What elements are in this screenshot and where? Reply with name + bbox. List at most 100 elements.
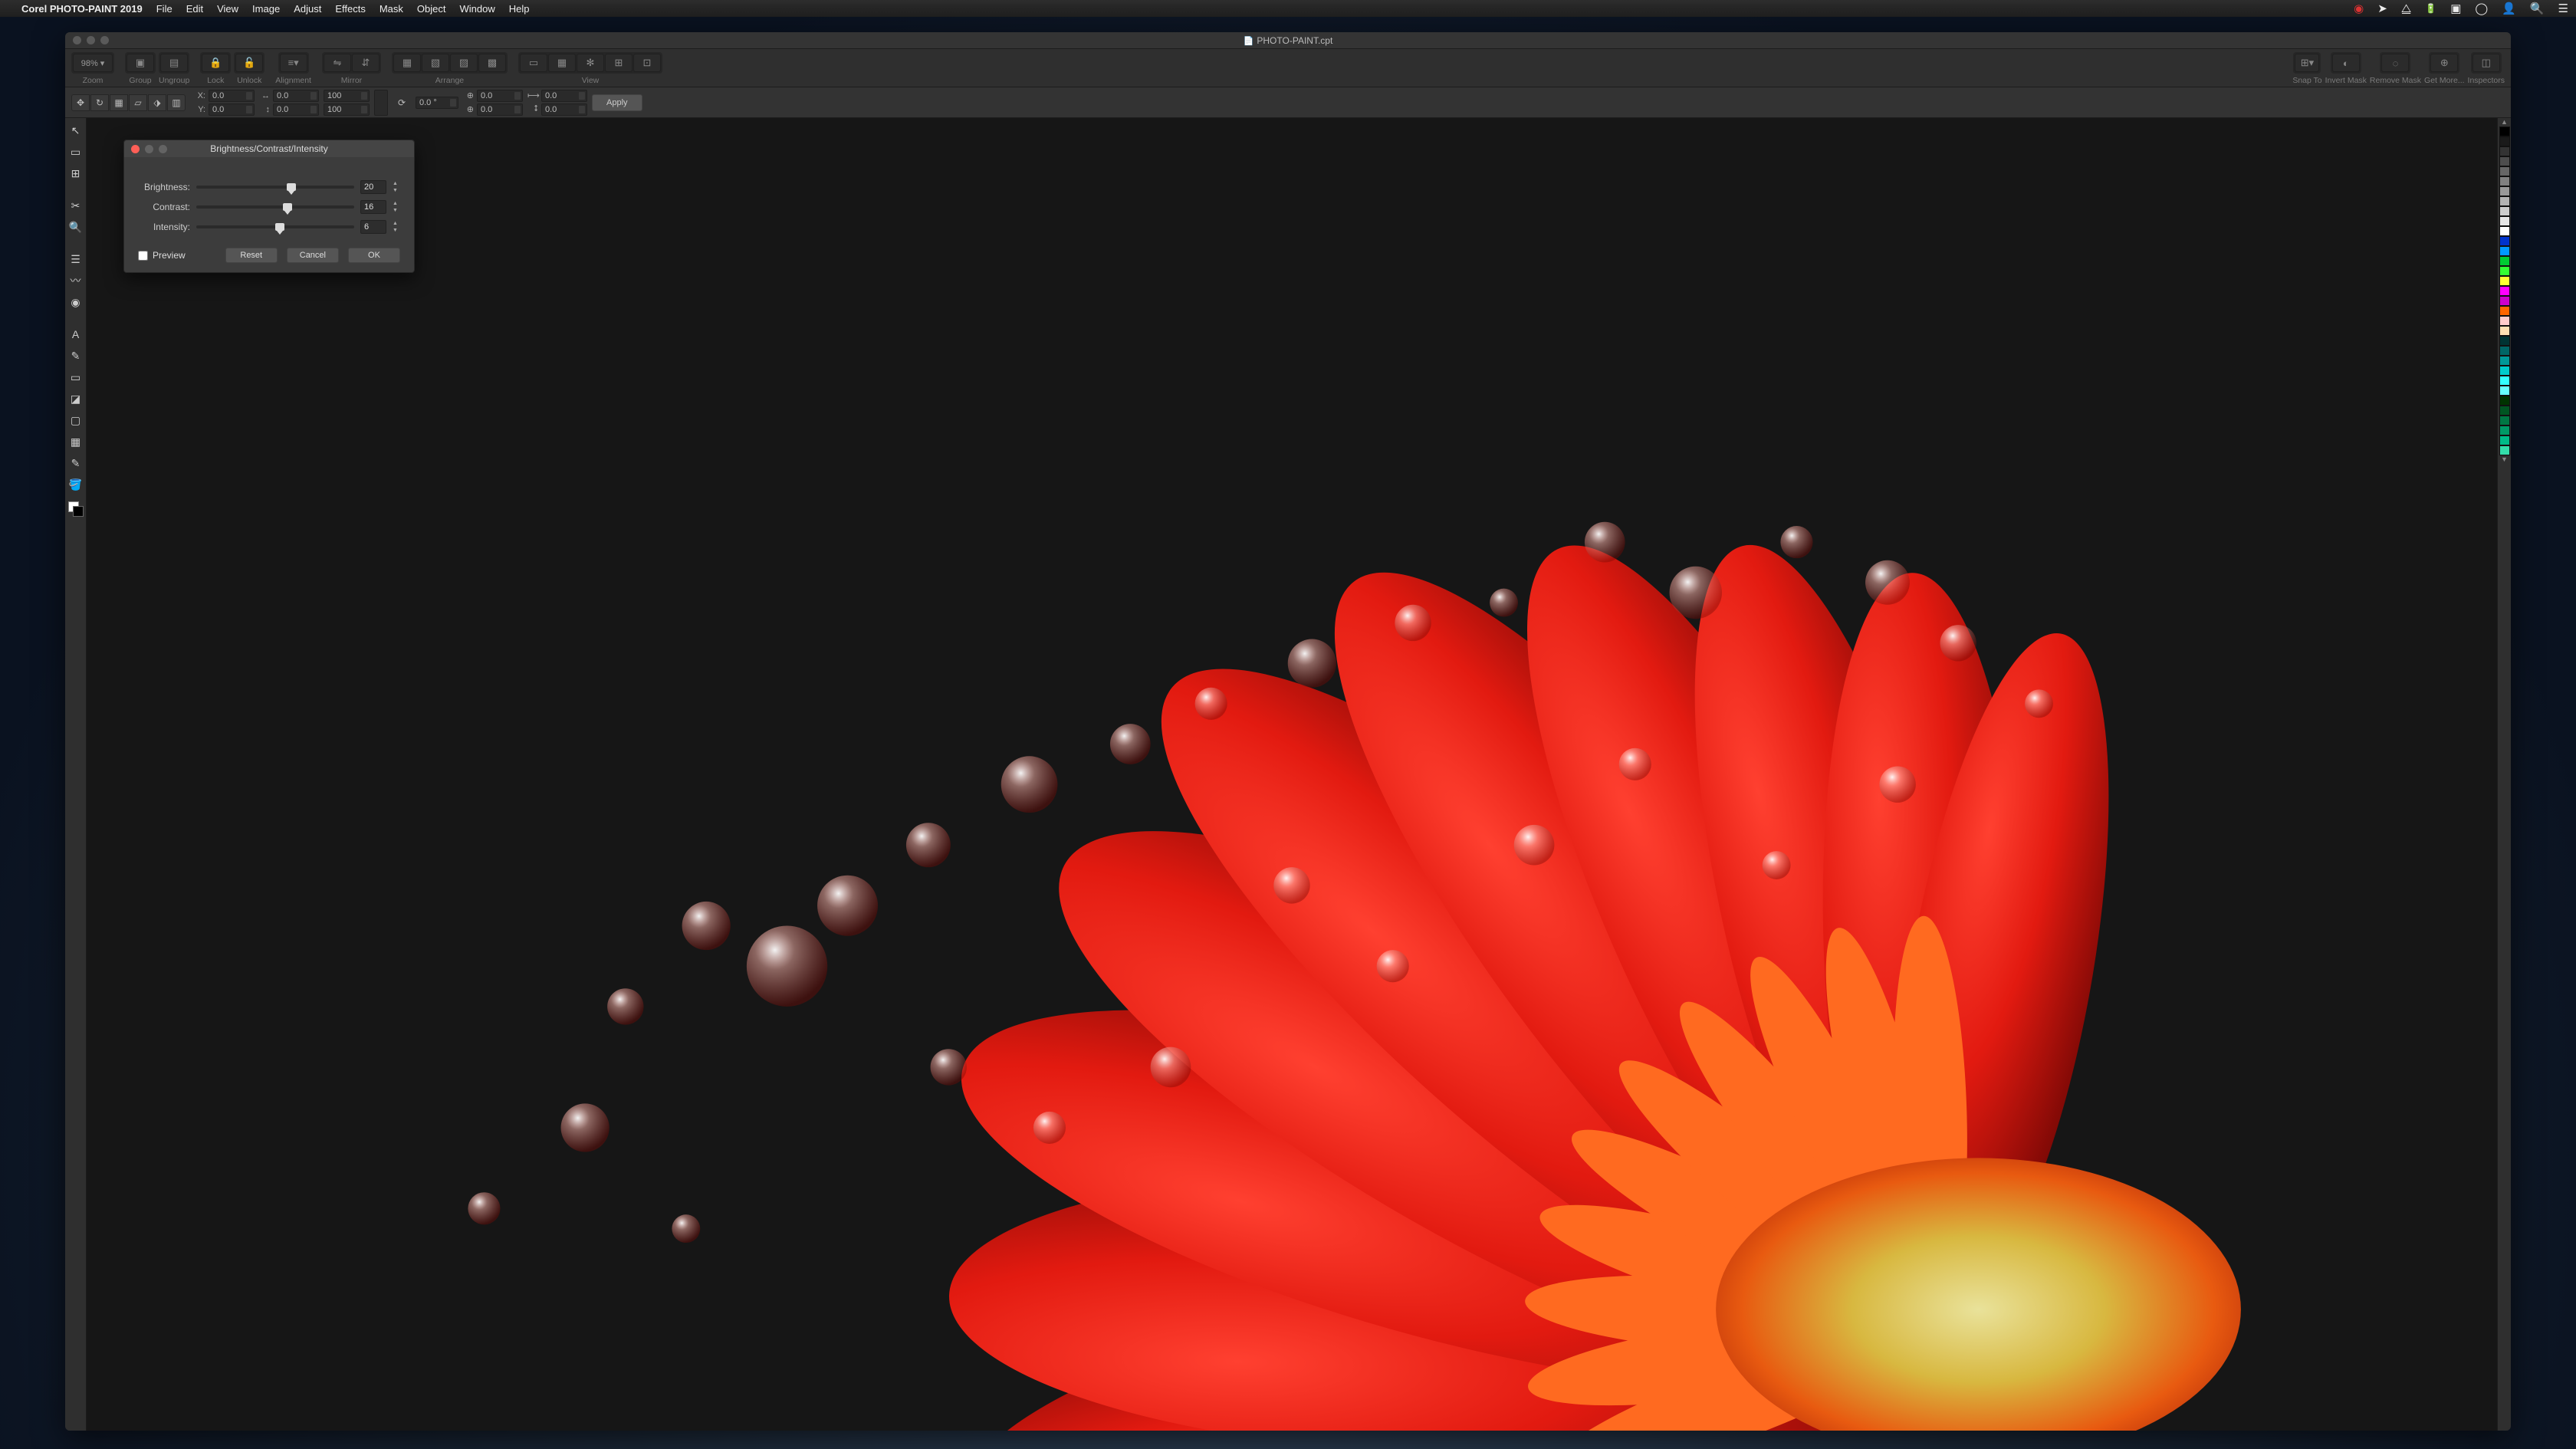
mode-rotate-button[interactable]: ↻ [90,94,109,111]
menu-image[interactable]: Image [252,3,280,15]
palette-swatch[interactable] [2499,276,2510,286]
mode-skew-button[interactable]: ▱ [129,94,147,111]
rotation-input[interactable]: 0.0 ° [416,97,458,109]
forward-button[interactable]: ▧ [422,54,449,72]
width-input[interactable]: 0.0 [273,90,319,102]
transparency-tool[interactable]: ▦ [68,434,84,449]
height-input[interactable]: 0.0 [273,104,319,116]
palette-up-icon[interactable]: ▲ [2499,118,2510,127]
palette-swatch[interactable] [2499,186,2510,196]
mirror-v-button[interactable]: ⇵ [352,54,380,72]
menu-window[interactable]: Window [459,3,495,15]
palette-swatch[interactable] [2499,136,2510,146]
zoom-dropdown[interactable]: 98% ▾ [73,54,113,72]
palette-swatch[interactable] [2499,326,2510,336]
zoom-tool[interactable]: 🔍 [68,219,84,235]
y-input[interactable]: 0.0 [209,104,255,116]
palette-swatch[interactable] [2499,306,2510,316]
view-2-button[interactable]: ▦ [548,54,576,72]
mode-move-button[interactable]: ✥ [71,94,90,111]
menu-adjust[interactable]: Adjust [294,3,321,15]
dialog-zoom-button[interactable] [159,145,167,153]
menu-mask[interactable]: Mask [380,3,403,15]
dialog-titlebar[interactable]: Brightness/Contrast/Intensity [124,140,414,157]
palette-swatch[interactable] [2499,426,2510,435]
palette-swatch[interactable] [2499,336,2510,346]
view-4-button[interactable]: ⊞ [605,54,632,72]
ungroup-button[interactable]: ▤ [160,54,188,72]
rot-cy-input[interactable]: 0.0 [477,104,523,116]
zoom-window-button[interactable] [100,36,109,44]
status-wifi-icon[interactable]: ⧋ [2401,2,2411,15]
palette-swatch[interactable] [2499,296,2510,306]
snap-button[interactable]: ⊞▾ [2295,54,2319,72]
scale-x-input[interactable]: 100 [324,90,370,102]
palette-swatch[interactable] [2499,216,2510,226]
invert-mask-button[interactable]: ◐ [2332,54,2360,72]
text-tool[interactable]: A [68,327,84,342]
minimize-window-button[interactable] [87,36,95,44]
crop-tool[interactable]: ✂ [68,198,84,213]
palette-swatch[interactable] [2499,127,2510,136]
preview-checkbox-input[interactable] [138,251,148,261]
unlock-button[interactable]: 🔓 [235,54,263,72]
menu-edit[interactable]: Edit [186,3,203,15]
close-window-button[interactable] [73,36,81,44]
menu-help[interactable]: Help [509,3,530,15]
menu-object[interactable]: Object [417,3,446,15]
contrast-value-input[interactable]: 16 [360,200,386,214]
brightness-slider[interactable] [196,181,354,193]
to-front-button[interactable]: ▦ [393,54,421,72]
palette-swatch[interactable] [2499,376,2510,386]
palette-swatch[interactable] [2499,156,2510,166]
skew-h-input[interactable]: 0.0 [541,90,587,102]
view-5-button[interactable]: ⊡ [633,54,661,72]
status-circle-icon[interactable]: ◯ [2475,2,2488,15]
status-battery-icon[interactable]: 🔋 [2425,3,2436,14]
fill-tool[interactable]: 🪣 [68,477,84,492]
slider-tool[interactable]: ☰ [68,251,84,267]
status-user-icon[interactable]: 👤 [2502,2,2516,15]
palette-swatch[interactable] [2499,236,2510,246]
mode-scale-button[interactable]: ▦ [110,94,128,111]
palette-swatch[interactable] [2499,445,2510,455]
palette-swatch[interactable] [2499,406,2510,416]
palette-swatch[interactable] [2499,396,2510,406]
palette-swatch[interactable] [2499,435,2510,445]
alignment-button[interactable]: ≡▾ [280,54,307,72]
eraser-tool[interactable]: ◪ [68,391,84,406]
scale-y-input[interactable]: 100 [324,104,370,116]
mirror-h-button[interactable]: ⇋ [324,54,351,72]
rectangle-mask-tool[interactable]: ▭ [68,144,84,159]
path-tool[interactable]: 〰 [68,273,84,288]
rot-cx-input[interactable]: 0.0 [477,90,523,102]
brightness-value-input[interactable]: 20 [360,180,386,194]
intensity-spinner[interactable]: ▲▼ [393,220,400,234]
redeye-tool[interactable]: ◉ [68,294,84,310]
apply-button[interactable]: Apply [592,94,642,111]
contrast-spinner[interactable]: ▲▼ [393,200,400,214]
palette-swatch[interactable] [2499,256,2510,266]
status-trend-icon[interactable]: ◉ [2354,2,2364,15]
view-1-button[interactable]: ▭ [520,54,547,72]
contrast-slider[interactable] [196,201,354,213]
canvas[interactable]: Brightness/Contrast/Intensity Brightness… [87,118,2497,1431]
shape-tool[interactable]: ▭ [68,370,84,385]
menu-effects[interactable]: Effects [335,3,366,15]
eyedropper-tool[interactable]: ✎ [68,455,84,471]
app-name[interactable]: Corel PHOTO-PAINT 2019 [21,3,143,15]
status-airplay-icon[interactable]: ▣ [2450,2,2461,15]
palette-swatch[interactable] [2499,196,2510,206]
palette-swatch[interactable] [2499,146,2510,156]
lock-button[interactable]: 🔒 [202,54,229,72]
x-input[interactable]: 0.0 [209,90,255,102]
get-more-button[interactable]: ⊕ [2430,54,2458,72]
menu-file[interactable]: File [156,3,172,15]
palette-swatch[interactable] [2499,246,2510,256]
mode-perspective-button[interactable]: ▥ [167,94,186,111]
palette-swatch[interactable] [2499,176,2510,186]
palette-swatch[interactable] [2499,366,2510,376]
menu-view[interactable]: View [217,3,238,15]
mode-distort-button[interactable]: ⬗ [148,94,166,111]
inspectors-button[interactable]: ◫ [2472,54,2500,72]
